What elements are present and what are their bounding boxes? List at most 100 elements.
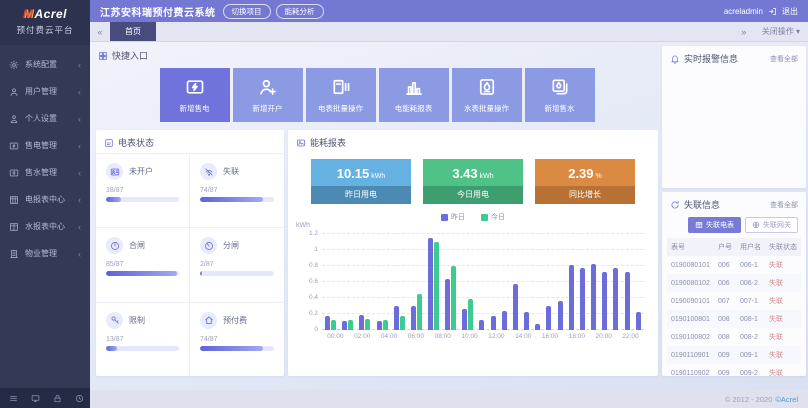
water-batch-icon bbox=[477, 77, 497, 97]
table-cell: 008-1 bbox=[736, 310, 765, 328]
tabs-scroll-right-icon[interactable]: » bbox=[734, 27, 754, 37]
x-tick-label: 18:00 bbox=[563, 333, 590, 340]
quick-tile-add-water-sale[interactable]: 新增售水 bbox=[525, 68, 595, 122]
quick-tile-label: 水表批量操作 bbox=[464, 103, 509, 114]
table-cell: 009-1 bbox=[736, 346, 765, 364]
tabs-scroll-left-icon[interactable]: « bbox=[90, 22, 110, 41]
alarm-view-all-link[interactable]: 查看全部 bbox=[770, 54, 798, 64]
switch-project-button[interactable]: 切换项目 bbox=[223, 4, 271, 19]
table-row: 0190110902009009-2失联 bbox=[667, 364, 801, 382]
chart-x-axis: 00:0002:0004:0006:0008:0010:0012:0014:00… bbox=[322, 333, 644, 340]
sidebar-item-system-config[interactable]: 系统配置‹ bbox=[0, 51, 90, 78]
sidebar-item-water-sale[interactable]: 售水管理‹ bbox=[0, 159, 90, 186]
bar-今日-08:00 bbox=[468, 299, 473, 330]
status-card-limited: 限制 13/87 bbox=[96, 302, 190, 376]
energy-analysis-button[interactable]: 能耗分析 bbox=[276, 4, 324, 19]
table-cell: 失联 bbox=[765, 274, 801, 292]
bar-昨日-03:00 bbox=[377, 321, 382, 330]
right-column: 实时报警信息 查看全部 失联信息 查看全部 失联电表失联网关 表号户号用户名失联… bbox=[662, 46, 806, 376]
x-tick-label: 00:00 bbox=[322, 333, 349, 340]
bar-chart-icon bbox=[404, 77, 424, 97]
quick-tile-add-electricity-sale[interactable]: 新增售电 bbox=[160, 68, 230, 122]
bar-昨日-04:00 bbox=[394, 306, 399, 330]
table-row: 0190110901009009-1失联 bbox=[667, 346, 801, 364]
footer-brand-link[interactable]: ©Acrel bbox=[775, 395, 798, 404]
status-card-offline: 失联74/87 bbox=[190, 153, 284, 227]
sidebar-item-property-management[interactable]: 物业管理‹ bbox=[0, 240, 90, 267]
status-progress-bar bbox=[106, 197, 179, 202]
app-root: MAcrel 预付费云平台 系统配置‹用户管理‹个人设置‹售电管理‹售水管理‹电… bbox=[0, 0, 808, 408]
stat-value: 3.43kWh bbox=[423, 159, 523, 186]
table-header-cell: 表号 bbox=[667, 238, 714, 256]
bar-group-00:00 bbox=[325, 234, 336, 330]
offline-tab-offline-meters[interactable]: 失联电表 bbox=[688, 217, 741, 233]
quick-tile-meter-batch-ops[interactable]: 电表批量操作 bbox=[306, 68, 376, 122]
quick-tile-water-meter-batch-ops[interactable]: 水表批量操作 bbox=[452, 68, 522, 122]
y-tick-label: 0.4 bbox=[298, 294, 318, 301]
y-tick-label: 0 bbox=[298, 326, 318, 333]
person-icon bbox=[9, 114, 19, 124]
status-card-label: 预付费 bbox=[223, 315, 247, 326]
status-progress-bar bbox=[106, 271, 179, 276]
copyright-text: © 2012 - 2020 bbox=[725, 395, 773, 404]
bar-昨日-05:00 bbox=[411, 306, 416, 330]
switch-off-icon bbox=[200, 237, 217, 254]
quick-tile-add-account[interactable]: 新增开户 bbox=[233, 68, 303, 122]
panels-row: 电表状态 未开户18/87失联74/87合闸85/87分闸2/87限制13/87… bbox=[96, 130, 658, 376]
clock-icon[interactable] bbox=[75, 394, 84, 403]
sidebar-item-personal-settings[interactable]: 个人设置‹ bbox=[0, 105, 90, 132]
logout-button[interactable]: 退出 bbox=[782, 6, 798, 17]
table-header-cell: 失联状态 bbox=[765, 238, 801, 256]
table-cell: 0190090101 bbox=[667, 292, 714, 310]
lock-icon[interactable] bbox=[53, 394, 62, 403]
card-bolt-icon bbox=[9, 141, 19, 151]
legend-swatch bbox=[481, 214, 488, 221]
menu-icon[interactable] bbox=[9, 394, 18, 403]
sidebar-item-electricity-sale[interactable]: 售电管理‹ bbox=[0, 132, 90, 159]
sidebar-item-user-management[interactable]: 用户管理‹ bbox=[0, 78, 90, 105]
brand-logo-mark: M bbox=[23, 7, 34, 21]
bar-今日-05:00 bbox=[417, 294, 422, 330]
bar-group-08:00 bbox=[462, 234, 473, 330]
table-cell: 0190100801 bbox=[667, 310, 714, 328]
bar-group-19:00 bbox=[591, 234, 596, 330]
status-card-value: 74/87 bbox=[200, 187, 274, 194]
tab-首页[interactable]: 首页 bbox=[110, 22, 156, 41]
status-progress-bar bbox=[200, 271, 274, 276]
table-cell: 009-2 bbox=[736, 364, 765, 382]
sidebar-item-electricity-report-center[interactable]: 电报表中心‹ bbox=[0, 186, 90, 213]
bar-今日-00:00 bbox=[331, 320, 336, 330]
brand-logo: MAcrel 预付费云平台 bbox=[0, 0, 90, 45]
sidebar-nav: 系统配置‹用户管理‹个人设置‹售电管理‹售水管理‹电报表中心‹水报表中心‹物业管… bbox=[0, 45, 90, 267]
bar-昨日-13:00 bbox=[524, 312, 529, 330]
bar-今日-07:00 bbox=[451, 266, 456, 330]
quick-tile-electricity-energy-report[interactable]: 电能耗报表 bbox=[379, 68, 449, 122]
table-row: 0190080101006006-1失联 bbox=[667, 256, 801, 274]
y-tick-label: 0.2 bbox=[298, 310, 318, 317]
legend-item-今日: 今日 bbox=[481, 212, 505, 222]
alarm-panel-title: 实时报警信息 bbox=[684, 52, 738, 65]
monitor-icon[interactable] bbox=[31, 394, 40, 403]
switch-off-icon bbox=[204, 241, 214, 251]
x-tick-label: 22:00 bbox=[617, 333, 644, 340]
offline-tab-row: 失联电表 失联网关 bbox=[662, 215, 806, 238]
status-card-label: 限制 bbox=[129, 315, 145, 326]
table-cell: 失联 bbox=[765, 346, 801, 364]
offline-icon bbox=[200, 163, 217, 180]
close-operations-dropdown[interactable]: 关闭操作 ▾ bbox=[762, 26, 800, 37]
offline-tab-label: 失联网关 bbox=[763, 220, 791, 230]
offline-view-all-link[interactable]: 查看全部 bbox=[770, 200, 798, 210]
offline-panel-title: 失联信息 bbox=[684, 198, 720, 211]
bar-昨日-09:00 bbox=[479, 320, 484, 330]
bar-group-06:00 bbox=[428, 234, 439, 330]
bar-group-18:00 bbox=[580, 234, 585, 330]
bar-group-04:00 bbox=[394, 234, 405, 330]
offline-tab-offline-gateways[interactable]: 失联网关 bbox=[745, 217, 798, 233]
x-tick-label: 04:00 bbox=[376, 333, 403, 340]
sidebar-item-water-report-center[interactable]: 水报表中心‹ bbox=[0, 213, 90, 240]
logout-icon[interactable] bbox=[768, 7, 777, 16]
sidebar-item-label: 系统配置 bbox=[25, 59, 57, 70]
bar-group-23:00 bbox=[636, 234, 641, 330]
switch-on-icon bbox=[110, 241, 120, 251]
status-card-value: 13/87 bbox=[106, 336, 179, 343]
